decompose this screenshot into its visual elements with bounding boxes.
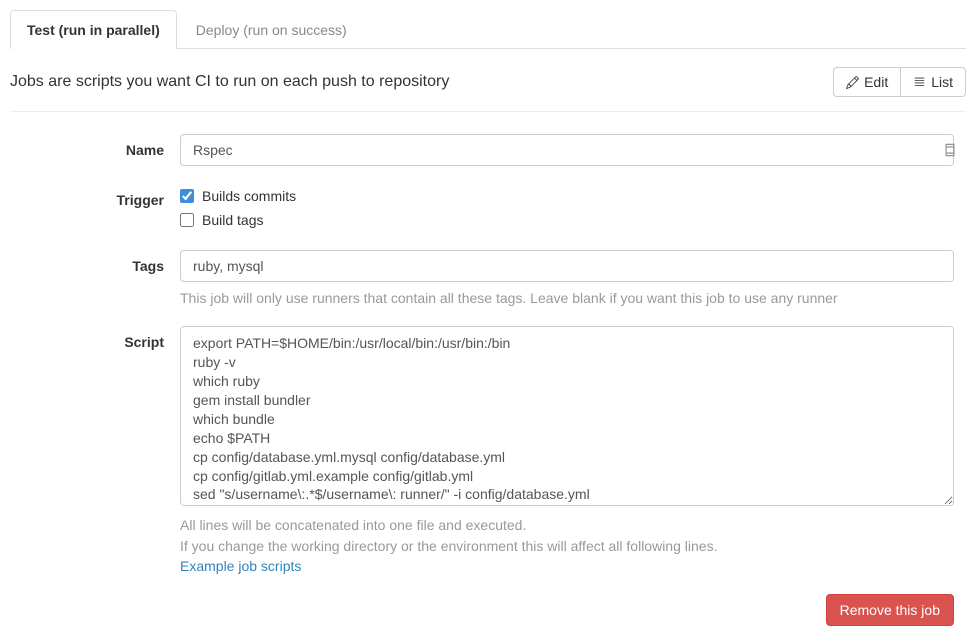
tabs-bar: Test (run in parallel) Deploy (run on su… bbox=[10, 10, 966, 49]
trigger-option-tags[interactable]: Build tags bbox=[180, 208, 954, 232]
tab-test[interactable]: Test (run in parallel) bbox=[10, 10, 177, 49]
checkbox-label-tags: Build tags bbox=[202, 212, 263, 228]
tags-help: This job will only use runners that cont… bbox=[180, 288, 954, 308]
trigger-option-commits[interactable]: Builds commits bbox=[180, 184, 954, 208]
edit-button[interactable]: Edit bbox=[833, 67, 900, 97]
list-icon bbox=[913, 76, 926, 89]
page-header: Jobs are scripts you want CI to run on e… bbox=[10, 67, 966, 112]
script-label: Script bbox=[10, 326, 180, 576]
name-input[interactable] bbox=[180, 134, 954, 166]
script-help: All lines will be concatenated into one … bbox=[180, 515, 954, 576]
row-script: Script All lines will be concatenated in… bbox=[10, 326, 966, 576]
tab-deploy[interactable]: Deploy (run on success) bbox=[179, 10, 364, 49]
trigger-label: Trigger bbox=[10, 184, 180, 232]
script-textarea[interactable] bbox=[180, 326, 954, 506]
tags-label: Tags bbox=[10, 250, 180, 308]
row-trigger: Trigger Builds commits Build tags bbox=[10, 184, 966, 232]
edit-button-label: Edit bbox=[864, 74, 888, 90]
page-description: Jobs are scripts you want CI to run on e… bbox=[10, 73, 449, 91]
remove-job-button[interactable]: Remove this job bbox=[826, 594, 954, 626]
script-help-line2: If you change the working directory or t… bbox=[180, 538, 717, 554]
remove-row: Remove this job bbox=[10, 594, 966, 626]
checkbox-label-commits: Builds commits bbox=[202, 188, 296, 204]
example-scripts-link[interactable]: Example job scripts bbox=[180, 558, 301, 574]
pencil-icon bbox=[846, 76, 859, 89]
list-button-label: List bbox=[931, 74, 953, 90]
row-tags: Tags This job will only use runners that… bbox=[10, 250, 966, 308]
tags-input[interactable] bbox=[180, 250, 954, 282]
header-actions: Edit List bbox=[833, 67, 966, 97]
checkbox-build-tags[interactable] bbox=[180, 213, 194, 227]
list-button[interactable]: List bbox=[900, 67, 966, 97]
script-help-line1: All lines will be concatenated into one … bbox=[180, 517, 526, 533]
row-name: Name bbox=[10, 134, 966, 166]
name-label: Name bbox=[10, 134, 180, 166]
checkbox-builds-commits[interactable] bbox=[180, 189, 194, 203]
